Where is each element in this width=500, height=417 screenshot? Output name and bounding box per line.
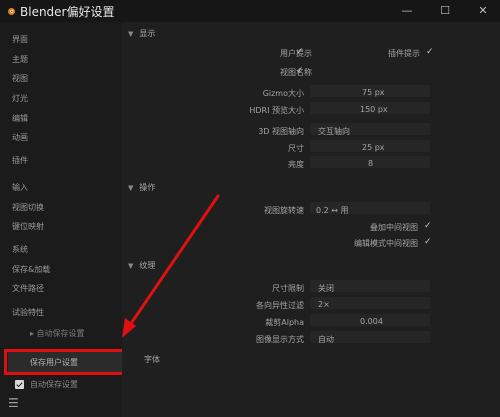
sidebar-item-lights[interactable]: 灯光: [12, 93, 28, 104]
preferences-content: ▼ 显示 用户提示 ✓ 插件提示 ✓ 视图名称 ✓ Gizmo大小 75 px H…: [122, 22, 500, 417]
size-limit-label: 尺寸限制: [272, 284, 304, 293]
expand-arrow-icon: ▼: [128, 262, 134, 270]
brightness-label: 亮度: [288, 160, 304, 169]
overlay-checkbox[interactable]: ✓: [424, 221, 432, 231]
rotate-speed-value: 0.2 ↔ 用: [316, 206, 349, 215]
expand-arrow-icon: ▼: [128, 30, 134, 38]
python-tooltips-label: 插件提示: [388, 49, 420, 58]
viewport-axis-label: 3D 视图轴向: [258, 127, 304, 136]
auto-save-checkbox[interactable]: [15, 380, 24, 389]
sidebar-item-save-load[interactable]: 保存&加载: [12, 264, 50, 275]
hdri-size-label: HDRI 预览大小: [249, 106, 304, 115]
clip-alpha-value: 0.004: [360, 317, 383, 326]
close-button[interactable]: ✕: [476, 4, 490, 18]
auto-save-label: 自动保存设置: [30, 380, 78, 389]
edit-mode-overlay-checkbox[interactable]: ✓: [424, 237, 432, 247]
sidebar-item-keymap[interactable]: 键位映射: [12, 221, 44, 232]
python-tooltips-checkbox[interactable]: ✓: [426, 47, 434, 57]
minimize-button[interactable]: —: [400, 4, 414, 18]
save-auto-toggle[interactable]: ▸ 自动保存设置: [30, 328, 85, 339]
brightness-value: 8: [368, 159, 374, 168]
sidebar-item-interface[interactable]: 界面: [12, 34, 28, 45]
sidebar-item-animation[interactable]: 动画: [12, 132, 28, 143]
sidebar-item-system[interactable]: 系统: [12, 244, 28, 255]
tooltips-checkbox[interactable]: ✓: [296, 47, 304, 57]
size-value: 25 px: [362, 143, 385, 152]
sidebar-item-input[interactable]: 输入: [12, 182, 28, 193]
anisotropic-label: 各向异性过滤: [256, 301, 304, 310]
section-font-header[interactable]: 字体: [144, 354, 160, 365]
edit-mode-overlay-label: 编辑模式中间视图: [354, 239, 418, 248]
sidebar-item-editing[interactable]: 编辑: [12, 113, 28, 124]
sidebar-item-experimental[interactable]: 试验特性: [12, 307, 44, 318]
sidebar-item-file-paths[interactable]: 文件路径: [12, 283, 44, 294]
section-display-title: 显示: [139, 29, 156, 38]
clip-alpha-label: 裁剪Alpha: [265, 318, 304, 327]
window-title: Blender偏好设置: [20, 5, 115, 19]
image-display-label: 图像显示方式: [256, 335, 304, 344]
blender-logo-icon: [8, 8, 15, 15]
sidebar-item-viewport[interactable]: 视图: [12, 73, 28, 84]
sidebar-item-addons[interactable]: 插件: [12, 155, 28, 166]
anisotropic-value: 2×: [318, 300, 330, 309]
maximize-button[interactable]: ☐: [438, 4, 452, 18]
sidebar-item-theme[interactable]: 主题: [12, 54, 28, 65]
image-display-value: 自动: [318, 335, 334, 344]
sidebar-item-navigation[interactable]: 视图切换: [12, 202, 44, 213]
gizmo-size-label: Gizmo大小: [262, 89, 304, 98]
overlay-label: 叠加中间视图: [370, 223, 418, 232]
hdri-size-value: 150 px: [360, 105, 388, 114]
rotate-speed-label: 视图旋转速: [264, 206, 304, 215]
section-manipulate-title: 操作: [139, 183, 156, 192]
size-limit-value: 关闭: [318, 284, 334, 293]
section-manipulate-header[interactable]: ▼ 操作: [128, 182, 155, 193]
size-label: 尺寸: [288, 144, 304, 153]
section-texture-header[interactable]: ▼ 纹理: [128, 260, 155, 271]
expand-arrow-icon: ▼: [128, 184, 134, 192]
viewport-axis-value: 交互轴向: [318, 127, 350, 136]
title-bar: Blender偏好设置 — ☐ ✕: [0, 0, 500, 22]
section-display-header[interactable]: ▼ 显示: [128, 28, 155, 39]
hamburger-menu-icon[interactable]: ☰: [8, 396, 19, 410]
gizmo-size-value: 75 px: [362, 88, 385, 97]
view-name-checkbox[interactable]: ✓: [296, 66, 304, 76]
section-texture-title: 纹理: [139, 261, 156, 270]
